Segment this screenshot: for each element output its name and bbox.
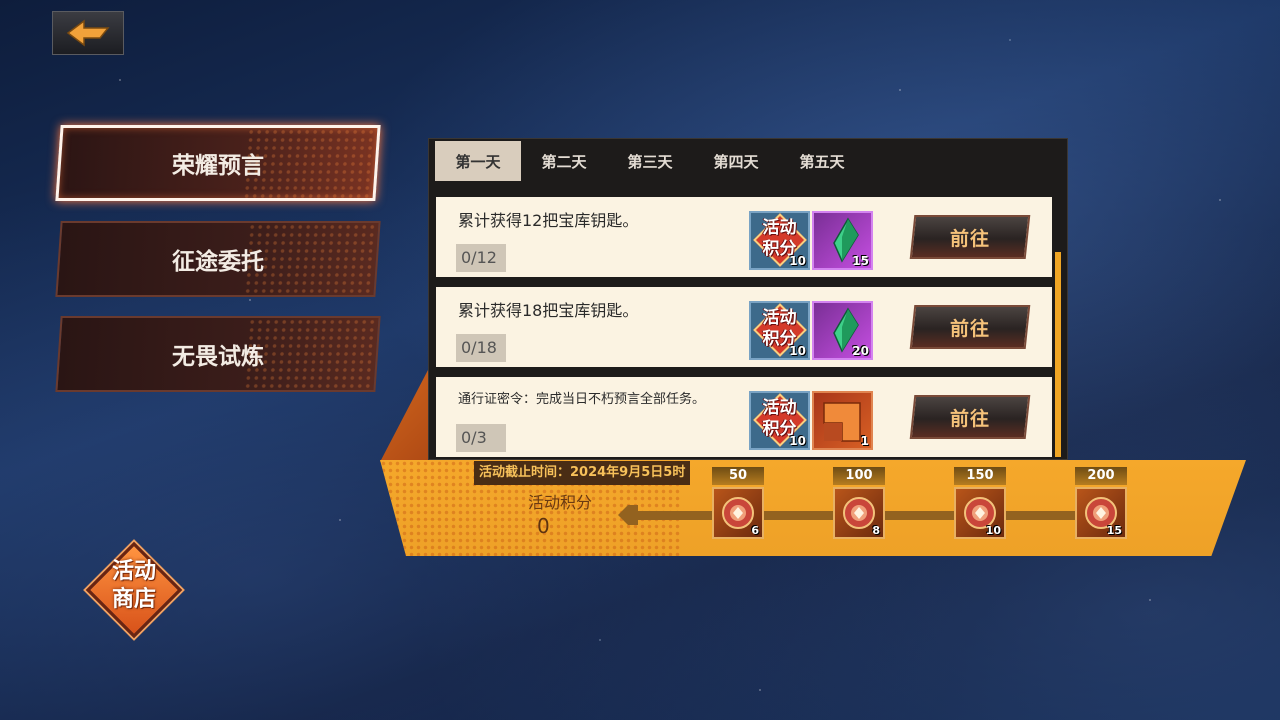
task-progress: 0/3: [456, 424, 506, 452]
milestone-reward[interactable]: 100 8: [833, 467, 885, 539]
milestone-count: 15: [1106, 524, 1122, 537]
milestone-count: 10: [985, 524, 1001, 537]
task-progress: 0/18: [456, 334, 506, 362]
menu-item-glory-prophecy[interactable]: 荣耀预言: [55, 125, 381, 201]
task-description: 累计获得18把宝库钥匙。: [458, 301, 639, 320]
reward-event-points[interactable]: 活动 积分 10: [749, 211, 810, 270]
milestone-count: 6: [751, 524, 759, 537]
reward-event-points[interactable]: 活动 积分 10: [749, 391, 810, 450]
milestone-box: 6: [712, 487, 764, 539]
milestone-box: 15: [1075, 487, 1127, 539]
menu-item-label: 荣耀预言: [172, 153, 264, 179]
reward-crystal[interactable]: 20: [812, 301, 873, 360]
event-deadline: 活动截止时间：2024年9月5日5时: [474, 461, 691, 485]
task-list: 累计获得12把宝库钥匙。 0/12 活动 积分 10 15 前往 累计获得18把宝…: [436, 197, 1052, 467]
go-button[interactable]: 前往: [909, 395, 1031, 439]
tab-day-5[interactable]: 第五天: [779, 141, 865, 181]
menu-item-label: 征途委托: [172, 249, 264, 275]
reward-count: 10: [789, 434, 806, 448]
reward-chip[interactable]: 1: [812, 391, 873, 450]
milestone-reward[interactable]: 50 6: [712, 467, 764, 539]
reward-event-points[interactable]: 活动 积分 10: [749, 301, 810, 360]
go-button[interactable]: 前往: [909, 215, 1031, 259]
task-row: 通行证密令：完成当日不朽预言全部任务。 0/3 活动 积分 10 1 前往: [436, 377, 1052, 457]
tab-day-3[interactable]: 第三天: [607, 141, 693, 181]
milestone-reward[interactable]: 200 15: [1075, 467, 1127, 539]
milestone-reward[interactable]: 150 10: [954, 467, 1006, 539]
reward-crystal[interactable]: 15: [812, 211, 873, 270]
event-points-value: 0: [537, 514, 550, 538]
milestone-threshold: 50: [712, 467, 764, 485]
reward-count: 10: [789, 344, 806, 358]
reward-count: 10: [789, 254, 806, 268]
shop-label: 活动 商店: [111, 559, 156, 612]
reward-count: 15: [852, 254, 869, 268]
task-list-scrollbar[interactable]: [1055, 252, 1061, 457]
menu-item-fearless-trial[interactable]: 无畏试炼: [55, 316, 381, 392]
back-button[interactable]: [52, 11, 124, 55]
task-panel: 第一天 第二天 第三天 第四天 第五天 累计获得12把宝库钥匙。 0/12 活动…: [428, 138, 1068, 460]
milestone-threshold: 100: [833, 467, 885, 485]
task-row: 累计获得12把宝库钥匙。 0/12 活动 积分 10 15 前往: [436, 197, 1052, 277]
back-arrow-icon: [66, 19, 110, 47]
tab-day-4[interactable]: 第四天: [693, 141, 779, 181]
day-tabs: 第一天 第二天 第三天 第四天 第五天: [435, 141, 865, 181]
reward-count: 1: [860, 434, 869, 448]
tab-day-1[interactable]: 第一天: [435, 141, 521, 181]
task-description: 通行证密令：完成当日不朽预言全部任务。: [458, 392, 706, 407]
orange-chip-icon: [823, 402, 861, 442]
event-shop-button[interactable]: 活动 商店: [85, 541, 183, 639]
reward-count: 20: [852, 344, 869, 358]
task-description: 累计获得12把宝库钥匙。: [458, 211, 639, 230]
tab-day-2[interactable]: 第二天: [521, 141, 607, 181]
event-points-label: 活动积分: [528, 493, 593, 512]
task-row: 累计获得18把宝库钥匙。 0/18 活动 积分 10 20 前往: [436, 287, 1052, 367]
milestone-threshold: 200: [1075, 467, 1127, 485]
milestone-count: 8: [872, 524, 880, 537]
milestone-box: 10: [954, 487, 1006, 539]
milestone-box: 8: [833, 487, 885, 539]
go-button[interactable]: 前往: [909, 305, 1031, 349]
menu-item-journey-commission[interactable]: 征途委托: [55, 221, 381, 297]
panel-side-decoration: [380, 370, 428, 462]
menu-item-label: 无畏试炼: [172, 344, 264, 370]
task-progress: 0/12: [456, 244, 506, 272]
milestone-threshold: 150: [954, 467, 1006, 485]
